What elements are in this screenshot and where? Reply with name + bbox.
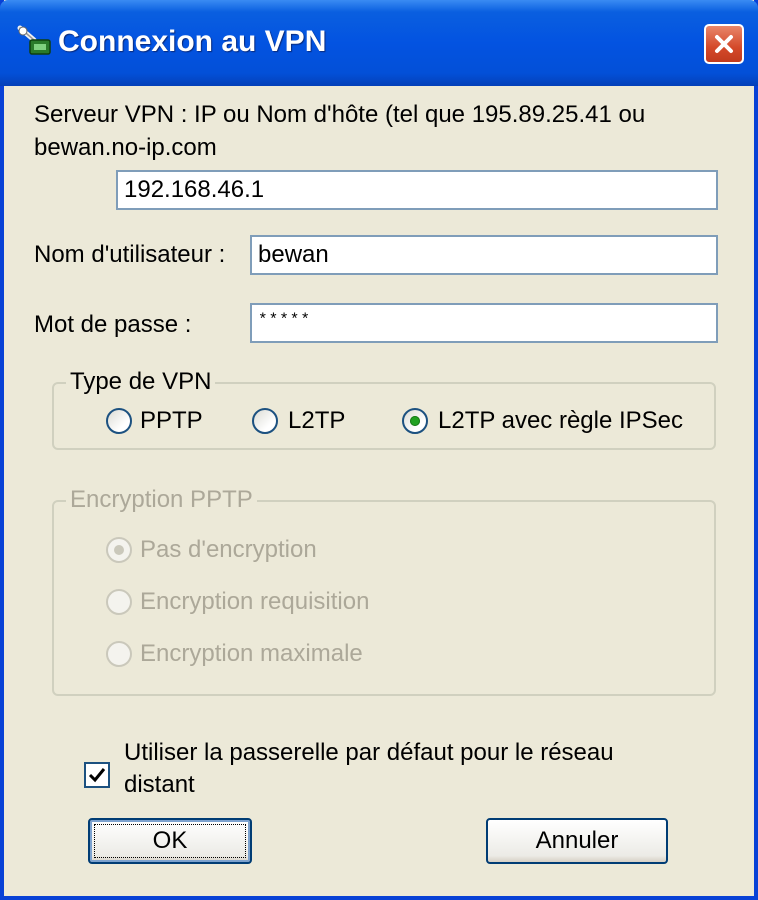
close-button[interactable] [704,24,744,64]
radio-encryption-requisition-label[interactable]: Encryption requisition [140,587,369,617]
radio-l2tp-label[interactable]: L2TP [288,406,345,436]
cancel-button[interactable]: Annuler [486,818,668,864]
ok-button[interactable]: OK [88,818,252,864]
server-label-line2: bewan.no-ip.com [34,134,217,161]
default-gateway-label-line2[interactable]: distant [124,770,195,800]
password-label: Mot de passe : [34,311,192,338]
radio-pptp-label[interactable]: PPTP [140,406,203,436]
radio-l2tp[interactable] [252,408,278,434]
radio-encryption-maximale-label[interactable]: Encryption maximale [140,639,363,669]
radio-encryption-requisition[interactable] [106,589,132,615]
radio-no-encryption[interactable] [106,537,132,563]
radio-l2tp-ipsec-label[interactable]: L2TP avec règle IPSec [438,406,683,436]
cancel-button-label: Annuler [535,827,619,854]
radio-pptp[interactable] [106,408,132,434]
encryption-legend: Encryption PPTP [66,486,257,514]
username-input[interactable]: bewan [250,235,718,275]
password-input[interactable]: ***** [250,303,718,343]
default-gateway-checkbox[interactable] [84,762,110,788]
username-label: Nom d'utilisateur : [34,241,226,268]
title-bar[interactable]: Connexion au VPN [0,0,758,86]
radio-no-encryption-label[interactable]: Pas d'encryption [140,535,317,565]
close-icon [715,35,733,53]
vpn-connection-icon [14,22,54,62]
radio-l2tp-ipsec[interactable] [402,408,428,434]
default-gateway-label-line1[interactable]: Utiliser la passerelle par défaut pour l… [124,738,614,768]
server-input[interactable]: 192.168.46.1 [116,170,718,210]
focus-rectangle [94,824,246,858]
vpn-connection-dialog: Connexion au VPN Serveur VPN : IP ou Nom… [0,0,758,900]
window-title: Connexion au VPN [58,25,327,58]
radio-encryption-maximale[interactable] [106,641,132,667]
server-label-line1: Serveur VPN : IP ou Nom d'hôte (tel que … [34,101,646,128]
checkmark-icon [88,768,106,783]
vpn-type-legend: Type de VPN [66,368,216,396]
